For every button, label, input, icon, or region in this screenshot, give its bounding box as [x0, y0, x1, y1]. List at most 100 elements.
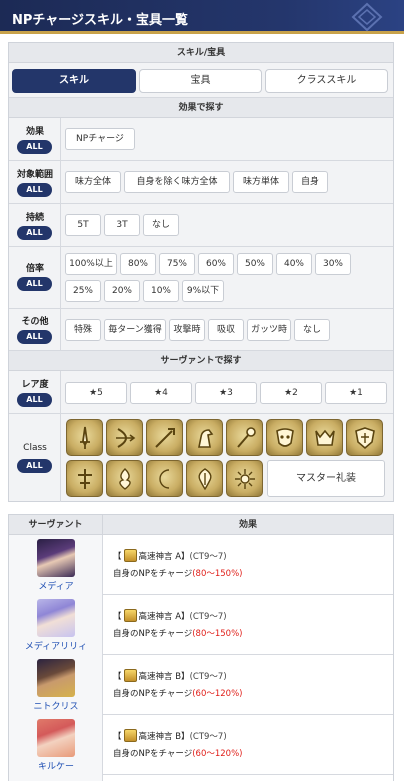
tab-class-skill[interactable]: クラススキル	[265, 69, 388, 93]
rate-all-button[interactable]: ALL	[17, 277, 52, 291]
alterego-class-icon[interactable]	[186, 460, 223, 497]
column-servant: サーヴァント	[9, 515, 103, 535]
target-all-button[interactable]: ALL	[17, 183, 52, 197]
avatar[interactable]	[37, 599, 75, 637]
servant-cell: ニトクリス	[9, 655, 103, 715]
class-all-button[interactable]: ALL	[17, 459, 52, 473]
other-chip-special[interactable]: 特殊	[65, 319, 101, 341]
table-row-partial	[9, 775, 393, 781]
assassin-class-icon[interactable]	[266, 419, 303, 456]
class-filter-row: Class ALL マスター礼装	[9, 414, 393, 502]
duration-chip-3t[interactable]: 3T	[104, 214, 140, 236]
class-label: Class	[23, 443, 47, 453]
rarity-chip-1[interactable]: ★1	[325, 382, 387, 404]
table-row: ニトクリス 【高速神言 B】(CT9〜7) 自身のNPをチャージ(60〜120%…	[9, 655, 393, 715]
target-chip-all-allies[interactable]: 味方全体	[65, 171, 121, 193]
skill-description: 自身のNPをチャージ(60〜120%)	[113, 749, 243, 759]
tab-skill[interactable]: スキル	[12, 69, 136, 93]
target-label-cell: 対象範囲 ALL	[9, 161, 61, 203]
other-label-cell: その他 ALL	[9, 309, 61, 350]
rarity-label: レア度	[21, 380, 49, 390]
caster-class-icon[interactable]	[226, 419, 263, 456]
category-header: スキル/宝具	[9, 43, 393, 63]
effect-all-button[interactable]: ALL	[17, 140, 52, 154]
table-header: サーヴァント 効果	[9, 515, 393, 535]
avatar[interactable]	[37, 539, 75, 577]
skill-description: 自身のNPをチャージ(80〜150%)	[113, 629, 243, 639]
rarity-all-button[interactable]: ALL	[17, 393, 52, 407]
rarity-filter-row: レア度 ALL ★5 ★4 ★3 ★2 ★1	[9, 371, 393, 414]
other-chip-on-attack[interactable]: 攻撃時	[169, 319, 205, 341]
master-outfit-button[interactable]: マスター礼装	[267, 460, 385, 497]
target-chip-single-ally[interactable]: 味方単体	[233, 171, 289, 193]
duration-filter-row: 持続 ALL 5T 3T なし	[9, 204, 393, 247]
rate-chip-25[interactable]: 25%	[65, 280, 101, 302]
avenger-class-icon[interactable]	[106, 460, 143, 497]
target-chip-allies-except-self[interactable]: 自身を除く味方全体	[124, 171, 230, 193]
tab-noble-phantasm[interactable]: 宝具	[139, 69, 262, 93]
rider-class-icon[interactable]	[186, 419, 223, 456]
rate-chip-60[interactable]: 60%	[198, 253, 234, 275]
foreigner-class-icon[interactable]	[226, 460, 263, 497]
target-label: 対象範囲	[16, 170, 53, 180]
effect-chip[interactable]: NPチャージ	[65, 128, 135, 150]
servant-cell: メディア	[9, 535, 103, 595]
shielder-class-icon[interactable]	[346, 419, 383, 456]
rarity-chip-5[interactable]: ★5	[65, 382, 127, 404]
rate-chip-40[interactable]: 40%	[276, 253, 312, 275]
target-chip-self[interactable]: 自身	[292, 171, 328, 193]
servant-name-link[interactable]: メディア	[9, 579, 103, 592]
other-chip-absorb[interactable]: 吸収	[208, 319, 244, 341]
table-row: メディア 【高速神言 A】(CT9〜7) 自身のNPをチャージ(80〜150%)	[9, 535, 393, 595]
servant-cell: メディアリリィ	[9, 595, 103, 655]
effect-label-cell: 効果 ALL	[9, 118, 61, 160]
servant-name-link[interactable]: メディアリリィ	[9, 639, 103, 652]
avatar[interactable]	[37, 659, 75, 697]
skill-icon	[123, 729, 137, 742]
other-filter-row: その他 ALL 特殊 毎ターン獲得 攻撃時 吸収 ガッツ時 なし	[9, 309, 393, 351]
skill-name: 【高速神言 A】(CT9〜7)	[113, 549, 227, 562]
rate-label-cell: 倍率 ALL	[9, 247, 61, 308]
berserker-class-icon[interactable]	[306, 419, 343, 456]
other-chip-per-turn[interactable]: 毎ターン獲得	[104, 319, 166, 341]
lancer-class-icon[interactable]	[146, 419, 183, 456]
other-chip-guts[interactable]: ガッツ時	[247, 319, 291, 341]
rate-chip-20[interactable]: 20%	[104, 280, 140, 302]
column-effect: 効果	[238, 520, 257, 530]
servant-cell	[9, 775, 103, 781]
rate-chip-30[interactable]: 30%	[315, 253, 351, 275]
rate-chip-50[interactable]: 50%	[237, 253, 273, 275]
effect-search-header: 効果で探す	[9, 98, 393, 118]
rarity-chip-4[interactable]: ★4	[130, 382, 192, 404]
target-filter-row: 対象範囲 ALL 味方全体 自身を除く味方全体 味方単体 自身	[9, 161, 393, 204]
servant-name-link[interactable]: ニトクリス	[9, 699, 103, 712]
rate-chip-100[interactable]: 100%以上	[65, 253, 117, 275]
duration-chip-5t[interactable]: 5T	[65, 214, 101, 236]
class-label-cell: Class ALL	[9, 414, 61, 502]
other-chip-none[interactable]: なし	[294, 319, 330, 341]
header-emblem-icon	[351, 2, 383, 32]
duration-all-button[interactable]: ALL	[17, 226, 52, 240]
results-table: サーヴァント 効果 メディア 【高速神言 A】(CT9〜7) 自身のNPをチャー…	[8, 514, 394, 781]
mooncancer-class-icon[interactable]	[146, 460, 183, 497]
rarity-chip-3[interactable]: ★3	[195, 382, 257, 404]
ruler-class-icon[interactable]	[66, 460, 103, 497]
rate-chip-80[interactable]: 80%	[120, 253, 156, 275]
skill-name: 【高速神言 B】(CT9〜7)	[113, 729, 227, 742]
other-all-button[interactable]: ALL	[17, 330, 52, 344]
servant-name-link[interactable]: キルケー	[9, 759, 103, 772]
duration-chip-none[interactable]: なし	[143, 214, 179, 236]
skill-description: 自身のNPをチャージ(60〜120%)	[113, 689, 243, 699]
avatar[interactable]	[37, 719, 75, 757]
skill-icon	[123, 609, 137, 622]
saber-class-icon[interactable]	[66, 419, 103, 456]
rate-chip-10[interactable]: 10%	[143, 280, 179, 302]
category-tabs: スキル 宝具 クラススキル	[9, 63, 393, 98]
skill-icon	[123, 669, 137, 682]
rate-chip-75[interactable]: 75%	[159, 253, 195, 275]
archer-class-icon[interactable]	[106, 419, 143, 456]
table-row: メディアリリィ 【高速神言 A】(CT9〜7) 自身のNPをチャージ(80〜15…	[9, 595, 393, 655]
rarity-chip-2[interactable]: ★2	[260, 382, 322, 404]
rate-chip-9-or-less[interactable]: 9%以下	[182, 280, 224, 302]
skill-name: 【高速神言 B】(CT9〜7)	[113, 669, 227, 682]
